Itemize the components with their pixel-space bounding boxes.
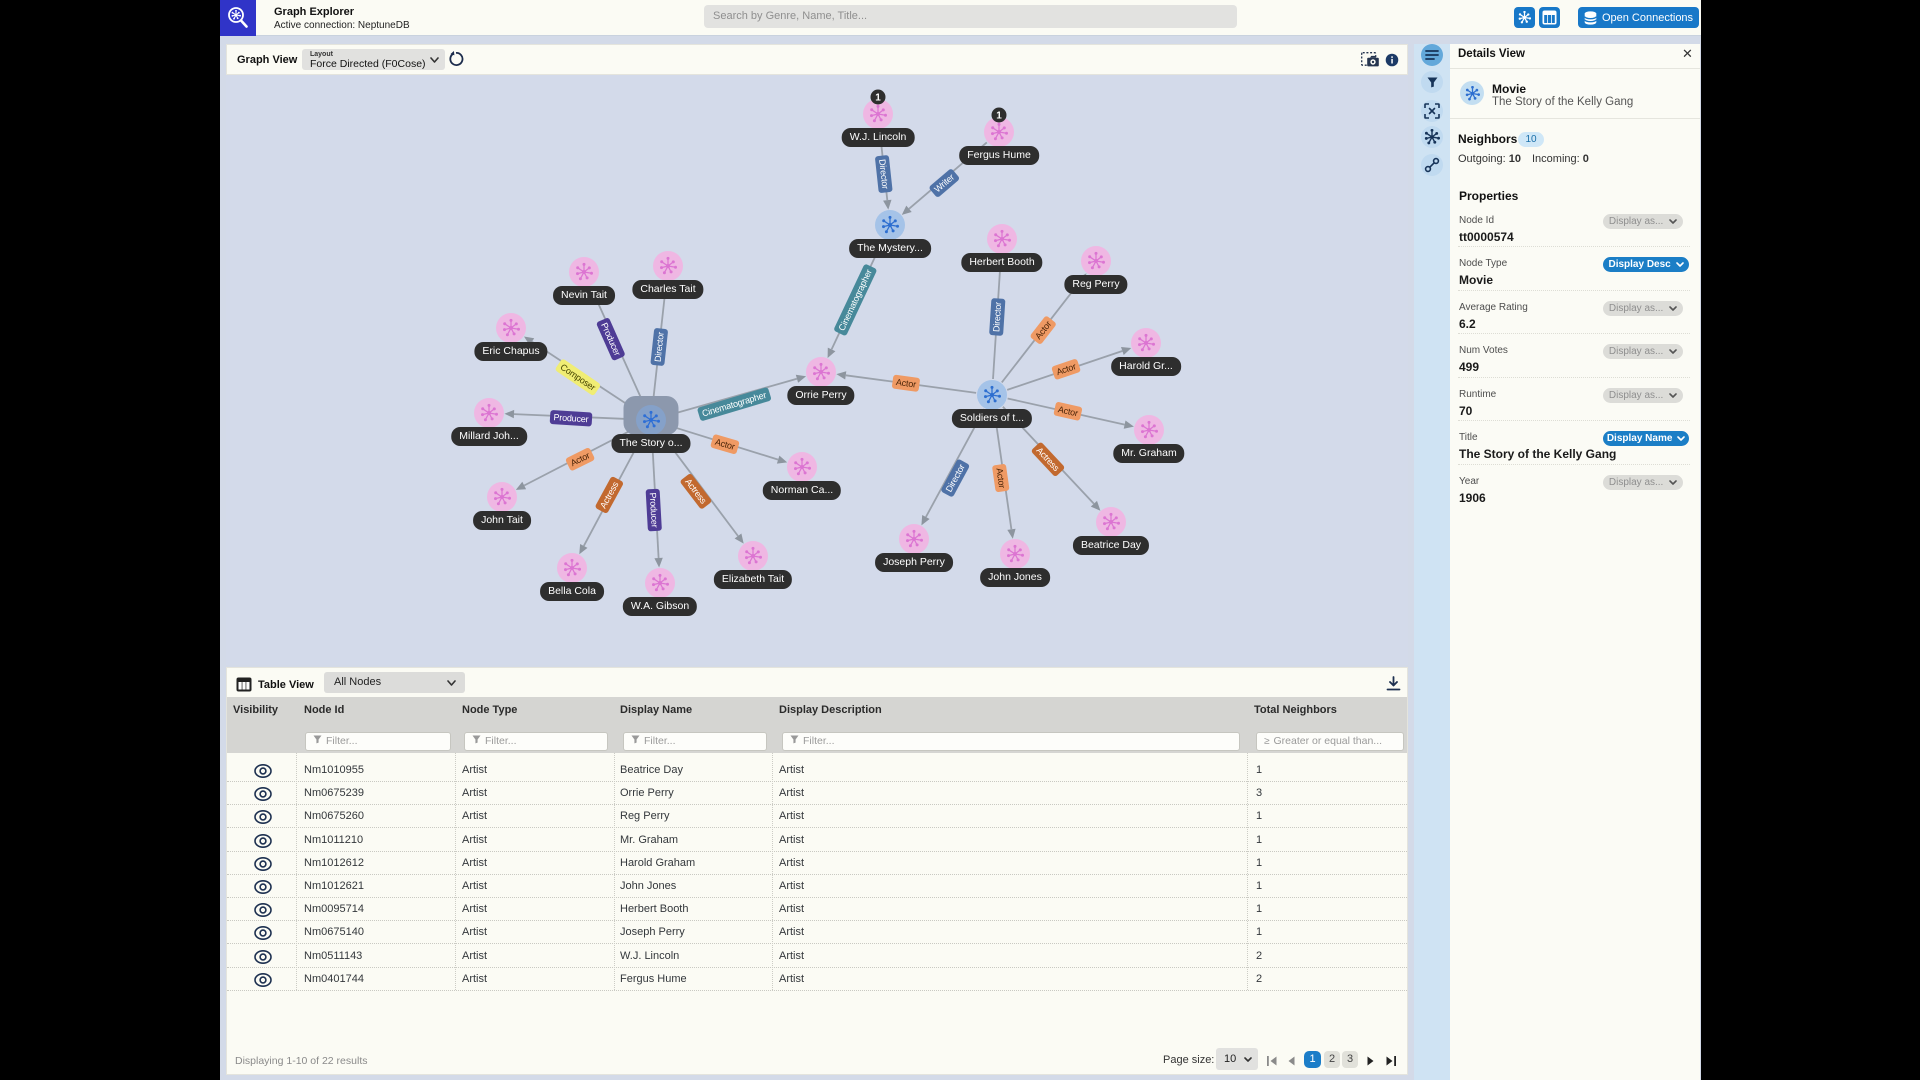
svg-text:1: 1 [996, 111, 1002, 122]
svg-text:1: 1 [875, 93, 881, 104]
